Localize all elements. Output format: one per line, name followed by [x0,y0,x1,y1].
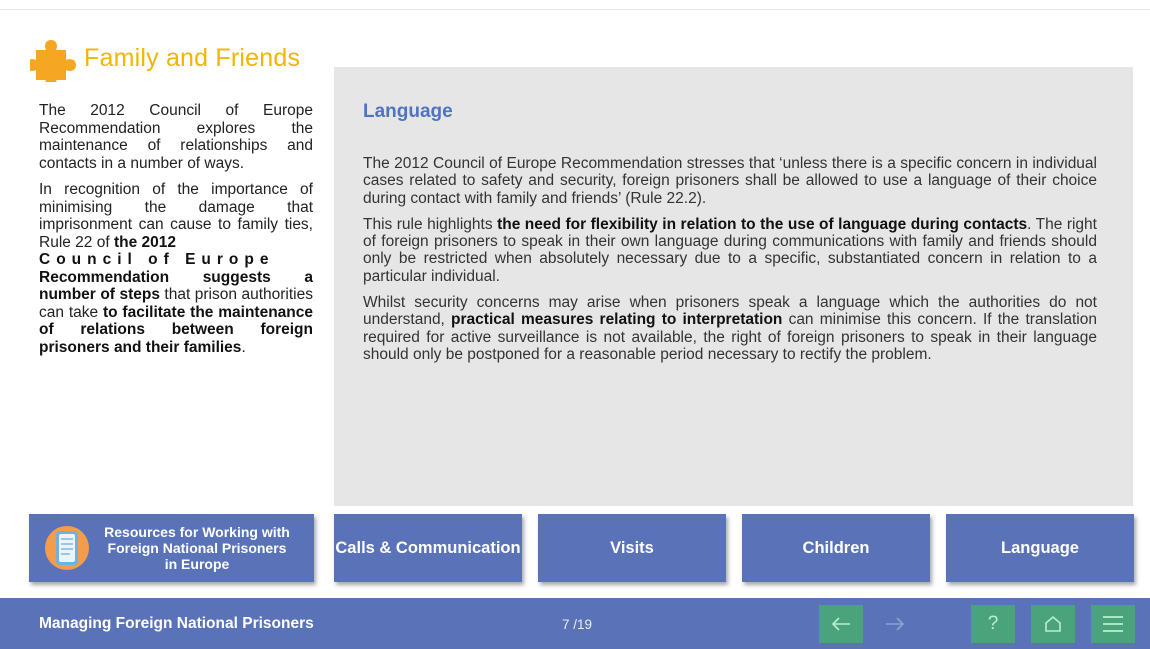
arrow-right-icon [886,617,905,631]
footer-bar: Managing Foreign National Prisoners 7 /1… [0,598,1150,649]
panel-paragraph-2: This rule highlights the need for flexib… [363,215,1097,285]
help-button[interactable]: ? [971,605,1015,643]
next-button[interactable] [873,605,917,643]
puzzle-icon [30,40,76,82]
resources-button[interactable]: Resources for Working with Foreign Natio… [29,514,314,582]
panel-body: The 2012 Council of Europe Recommendatio… [363,155,1097,372]
resources-label: Resources for Working with Foreign Natio… [104,524,290,572]
question-icon: ? [987,613,999,634]
children-button[interactable]: Children [742,514,930,582]
hamburger-menu-icon [1103,616,1123,632]
visits-button[interactable]: Visits [538,514,726,582]
course-title: Managing Foreign National Prisoners [39,615,314,632]
document-icon [45,526,89,570]
calls-communication-button[interactable]: Calls & Communication [334,514,522,582]
panel-paragraph-1: The 2012 Council of Europe Recommendatio… [363,155,1097,207]
top-divider [0,9,1150,10]
page-title: Family and Friends [30,38,301,82]
panel-paragraph-3: Whilst security concerns may arise when … [363,294,1097,363]
intro-text: The 2012 Council of Europe Recommendatio… [39,102,313,365]
menu-button[interactable] [1091,605,1135,643]
home-icon [1045,615,1061,632]
content-panel: Language The 2012 Council of Europe Reco… [334,67,1133,506]
title-text: Family and Friends [84,43,301,72]
back-button[interactable] [819,605,863,643]
panel-heading: Language [363,101,453,122]
arrow-left-icon [831,617,850,631]
intro-paragraph-2: In recognition of the importance of mini… [39,181,313,356]
home-button[interactable] [1031,605,1075,643]
language-button[interactable]: Language [946,514,1134,582]
page-counter: 7 /19 [562,617,593,632]
intro-paragraph-1: The 2012 Council of Europe Recommendatio… [39,102,313,172]
